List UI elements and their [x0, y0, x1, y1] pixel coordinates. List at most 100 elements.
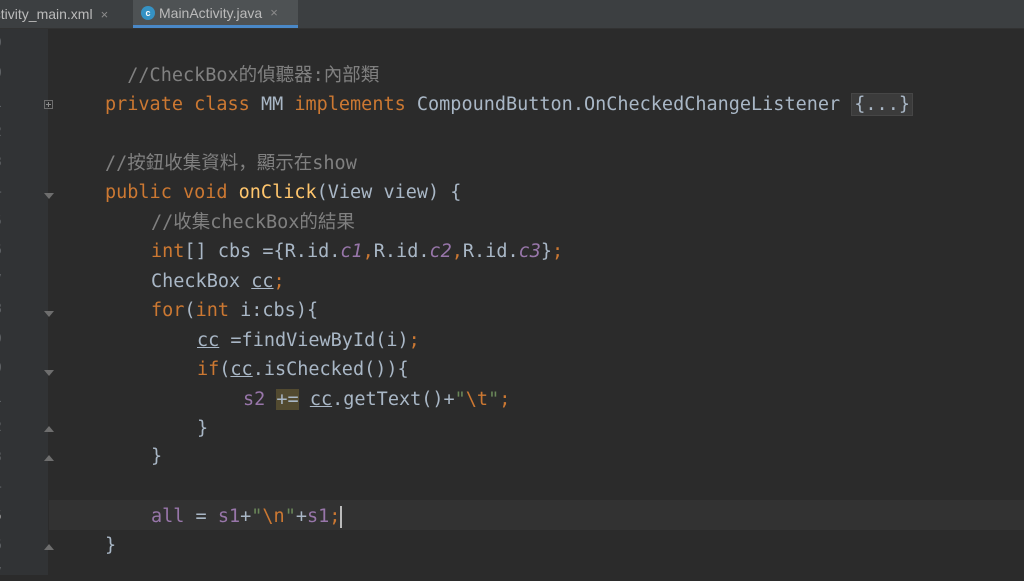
code-text: .isChecked()){: [252, 359, 409, 380]
code-line[interactable]: }: [197, 414, 208, 444]
code-text: i:cbs){: [240, 300, 319, 321]
close-icon[interactable]: ×: [270, 5, 278, 20]
string-quote: ": [488, 389, 500, 410]
editor-gutter[interactable]: [0, 29, 48, 575]
punctuation: ;: [499, 389, 511, 410]
line-number: 7: [0, 273, 6, 288]
string-quote: ": [284, 506, 296, 527]
line-number: 5: [0, 214, 6, 229]
code-line[interactable]: int[] cbs ={R.id.c1,R.id.c2,R.id.c3};: [151, 237, 563, 267]
comment: //收集checkBox的結果: [151, 212, 355, 233]
punctuation: ,: [451, 241, 463, 262]
code-line-current[interactable]: all = s1+"\n"+s1;: [151, 502, 343, 532]
line-number: 9: [0, 36, 6, 51]
line-number: 6: [0, 538, 6, 553]
line-number: 7: [0, 566, 6, 581]
keyword: public void: [105, 182, 239, 203]
code-line[interactable]: s2 += cc.getText()+"\t";: [243, 385, 510, 415]
line-number: 9: [0, 332, 6, 347]
keyword: if: [197, 359, 220, 380]
text-caret: [340, 506, 343, 528]
variable: cc: [197, 330, 220, 351]
fold-end-icon[interactable]: [44, 426, 54, 432]
keyword: private class: [105, 94, 261, 115]
punctuation: ,: [362, 241, 374, 262]
code-line[interactable]: }: [105, 531, 116, 561]
line-number: 0: [0, 361, 6, 376]
code-text: R.id.: [462, 241, 519, 262]
code-line[interactable]: public void onClick(View view) {: [105, 178, 461, 208]
code-text: .getText()+: [332, 389, 455, 410]
code-text: =findViewById(i): [219, 330, 409, 351]
code-text: =: [184, 506, 218, 527]
type-name: CompoundButton.OnCheckedChangeListener: [416, 94, 852, 115]
operator-highlight: +=: [276, 389, 299, 410]
folded-code-badge[interactable]: {...}: [851, 93, 913, 116]
line-number: 6: [0, 243, 6, 258]
line-number: 1: [0, 391, 6, 406]
type-name: CheckBox: [151, 271, 252, 292]
code-line[interactable]: private class MM implements CompoundButt…: [105, 90, 913, 120]
fold-end-icon[interactable]: [44, 455, 54, 461]
code-line[interactable]: //按鈕收集資料，顯示在show: [105, 149, 357, 179]
expand-fold-icon[interactable]: [44, 100, 53, 109]
string-quote: ": [251, 506, 263, 527]
fold-start-icon[interactable]: [44, 193, 54, 199]
brace: }: [105, 535, 117, 556]
code-line[interactable]: }: [151, 442, 162, 472]
java-class-icon: c: [141, 5, 155, 20]
keyword: int: [195, 300, 241, 321]
code-line[interactable]: //收集checkBox的結果: [151, 208, 355, 238]
fold-start-icon[interactable]: [44, 311, 54, 317]
line-number: 3: [0, 155, 6, 170]
keyword: for: [151, 300, 185, 321]
code-line[interactable]: cc =findViewById(i);: [197, 326, 420, 356]
class-name: MM: [260, 94, 295, 115]
tab-activity-main-xml[interactable]: activity_main.xml ×: [0, 0, 133, 28]
keyword: implements: [294, 94, 417, 115]
brace: }: [197, 418, 209, 439]
code-text: +: [295, 506, 307, 527]
close-icon[interactable]: ×: [101, 7, 109, 22]
code-text: R.id.: [373, 241, 430, 262]
comment: //CheckBox的偵聽器:內部類: [127, 65, 380, 86]
code-text: (: [184, 300, 196, 321]
escape-sequence: \n: [262, 506, 285, 527]
line-number: 4: [0, 184, 6, 199]
code-text: (View view) {: [316, 182, 462, 203]
variable: cc: [309, 389, 333, 410]
brace: }: [151, 446, 163, 467]
code-line[interactable]: if(cc.isChecked()){: [197, 355, 409, 385]
code-text: +: [240, 506, 252, 527]
punctuation: ;: [408, 330, 420, 351]
static-field: c3: [518, 241, 541, 262]
line-number: 1: [0, 96, 6, 111]
code-line[interactable]: CheckBox cc;: [151, 267, 285, 297]
escape-sequence: \t: [465, 389, 489, 410]
gutter-divider: [48, 29, 49, 575]
punctuation: ;: [273, 271, 285, 292]
field: s2: [243, 389, 266, 410]
code-line[interactable]: //CheckBox的偵聽器:內部類: [105, 31, 379, 86]
code-line[interactable]: for(int i:cbs){: [151, 296, 318, 326]
code-text: }: [540, 241, 553, 262]
static-field: c2: [429, 241, 452, 262]
tab-label: activity_main.xml: [0, 6, 93, 22]
tab-label: MainActivity.java: [159, 4, 263, 21]
field: all: [151, 506, 185, 527]
field: s1: [217, 506, 241, 527]
line-number: 0: [0, 66, 6, 81]
field: s1: [306, 506, 330, 527]
fold-end-icon[interactable]: [44, 544, 54, 550]
punctuation: ;: [552, 241, 564, 262]
punctuation: ;: [329, 506, 341, 527]
variable: cc: [230, 359, 253, 380]
static-field: c1: [340, 241, 363, 262]
line-number: 4: [0, 479, 6, 494]
comment: //按鈕收集資料，顯示在show: [105, 153, 357, 174]
tab-main-activity-java[interactable]: c MainActivity.java ×: [133, 0, 298, 28]
line-number: 2: [0, 125, 6, 140]
fold-start-icon[interactable]: [44, 370, 54, 376]
